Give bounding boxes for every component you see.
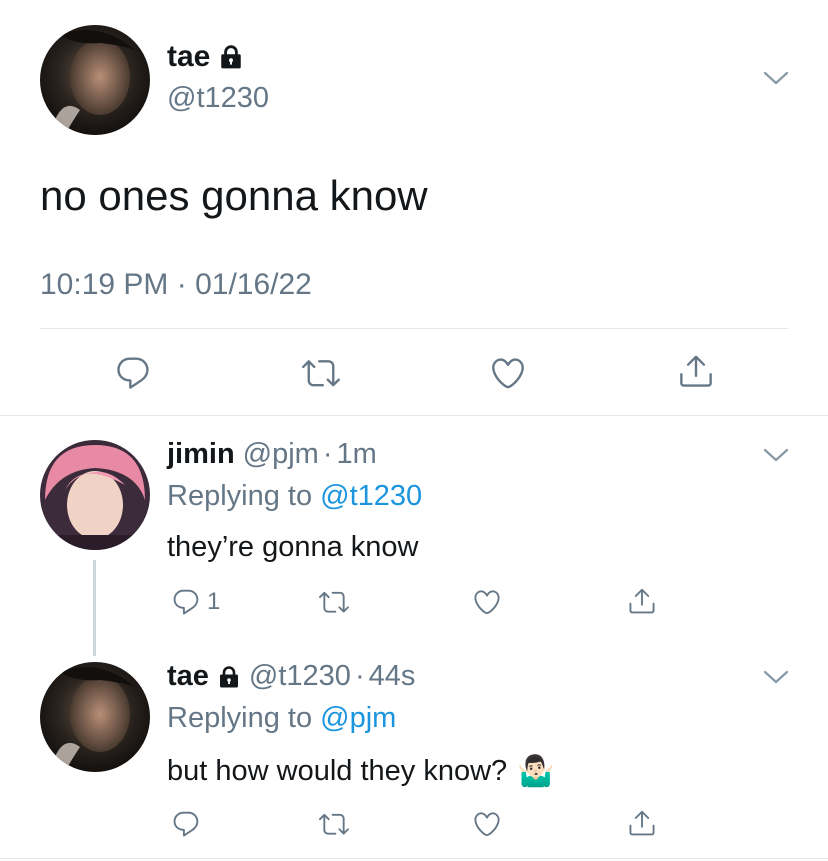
retweet-icon	[301, 354, 341, 392]
replying-to: Replying to @t1230	[167, 480, 422, 513]
reply-button[interactable]	[114, 354, 152, 392]
reply-time[interactable]: 1m	[337, 438, 377, 471]
replying-to: Replying to @pjm	[167, 702, 396, 735]
divider	[0, 858, 828, 859]
author-name[interactable]: tae	[167, 660, 209, 693]
thread-connector	[93, 560, 96, 656]
retweet-button[interactable]	[318, 809, 350, 839]
chevron-down-icon[interactable]	[763, 447, 789, 463]
avatar[interactable]	[40, 25, 150, 135]
reply-icon	[171, 809, 201, 839]
reply-icon	[114, 354, 152, 392]
mention-link[interactable]: @pjm	[320, 702, 396, 734]
retweet-icon	[318, 587, 350, 617]
like-button[interactable]	[472, 587, 502, 617]
lock-icon	[217, 665, 241, 689]
tweet-text-row: but how would they know? 🤷🏻‍♂️	[167, 754, 555, 789]
share-icon	[677, 352, 715, 390]
tweet-timestamp[interactable]: 10:19 PM · 01/16/22	[40, 268, 312, 302]
retweet-button[interactable]	[318, 587, 350, 617]
share-icon	[627, 808, 657, 838]
reply-count: 1	[207, 588, 221, 615]
divider	[40, 328, 788, 329]
tweet-text: but how would they know?	[167, 755, 508, 787]
like-icon	[489, 354, 527, 392]
avatar[interactable]	[40, 662, 150, 772]
reply-icon	[171, 587, 201, 617]
author-name[interactable]: jimin	[167, 438, 235, 471]
chevron-down-icon[interactable]	[763, 669, 789, 685]
separator: ·	[354, 660, 365, 692]
lock-icon	[218, 44, 244, 70]
reply-button[interactable]	[171, 809, 201, 839]
retweet-icon	[318, 809, 350, 839]
like-icon	[472, 809, 502, 839]
divider	[0, 415, 828, 416]
tweet-text: they’re gonna know	[167, 531, 419, 563]
reply-time[interactable]: 44s	[369, 660, 416, 693]
like-button[interactable]	[472, 809, 502, 839]
author-name-text: tae	[167, 40, 211, 73]
avatar[interactable]	[40, 440, 150, 550]
share-button[interactable]	[627, 808, 657, 838]
author-handle[interactable]: @t1230	[167, 82, 269, 115]
chevron-down-icon[interactable]	[763, 70, 789, 86]
author-handle[interactable]: @pjm	[243, 438, 319, 471]
replying-prefix: Replying to	[167, 702, 321, 734]
author-name[interactable]: tae	[167, 40, 244, 74]
shrug-emoji: 🤷🏻‍♂️	[517, 755, 555, 788]
share-button[interactable]	[677, 352, 715, 390]
tweet-text: no ones gonna know	[40, 172, 428, 219]
replying-prefix: Replying to	[167, 480, 321, 512]
retweet-button[interactable]	[301, 354, 341, 392]
pink-hair-avatar	[40, 440, 150, 550]
share-button[interactable]	[627, 586, 657, 616]
dark-portrait-avatar	[40, 25, 150, 135]
like-button[interactable]	[489, 354, 527, 392]
reply-header: tae @t1230 · 44s	[167, 660, 415, 693]
separator: ·	[322, 438, 333, 470]
dark-portrait-avatar	[40, 662, 150, 772]
share-icon	[627, 586, 657, 616]
like-icon	[472, 587, 502, 617]
reply-header: jimin @pjm · 1m	[167, 438, 377, 471]
mention-link[interactable]: @t1230	[320, 480, 422, 512]
reply-button[interactable]: 1	[171, 587, 220, 617]
author-handle[interactable]: @t1230	[249, 660, 351, 693]
